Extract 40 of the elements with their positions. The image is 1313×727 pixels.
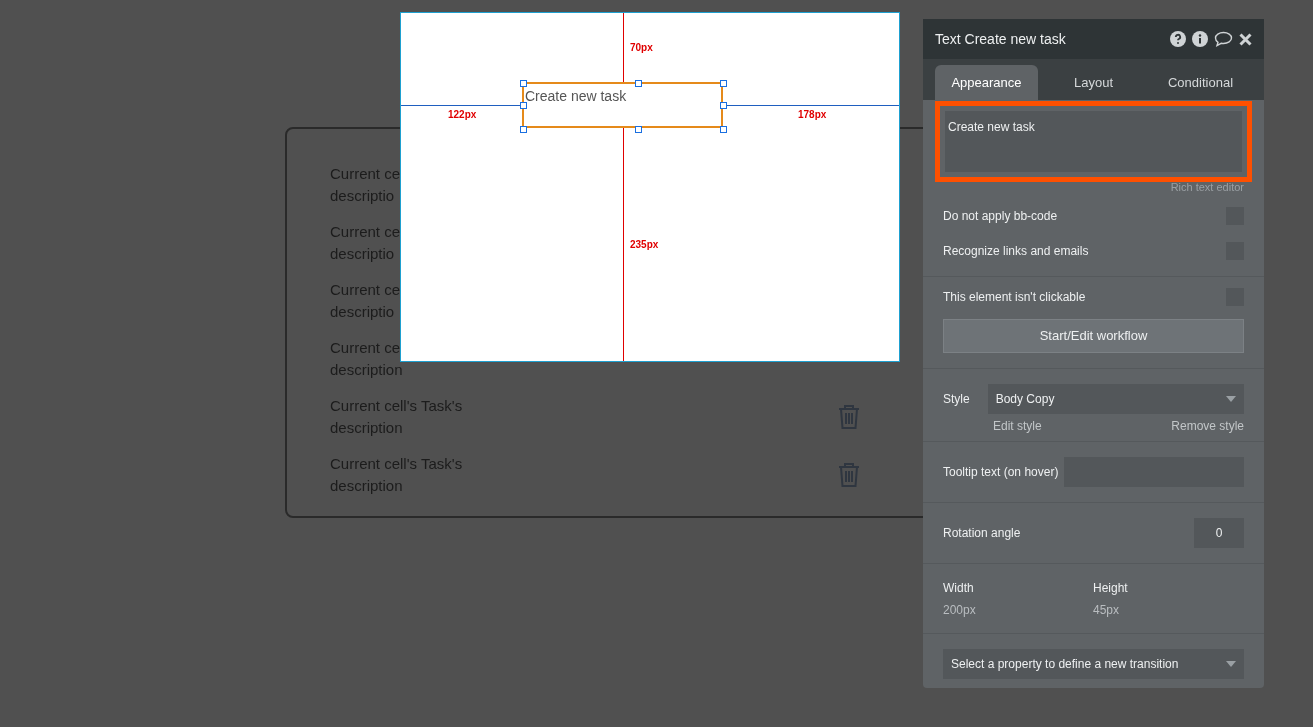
resize-handle[interactable] [720,126,727,133]
distance-label: 122px [448,108,477,122]
comment-icon[interactable] [1214,31,1233,47]
resize-handle[interactable] [520,80,527,87]
dimension-value: 45px [1093,601,1121,619]
resize-handle[interactable] [635,126,642,133]
caret-icon [1226,661,1236,667]
remove-style-link[interactable]: Remove style [1171,417,1244,435]
style-label: Style [943,391,970,408]
resize-handle[interactable] [720,102,727,109]
info-icon[interactable] [1192,31,1208,47]
tooltip-label: Tooltip text (on hover) [943,464,1059,481]
option-label: Do not apply bb-code [943,207,1058,225]
caret-icon [1226,396,1236,402]
selected-text-element[interactable]: Create new task [522,82,723,128]
style-dropdown[interactable]: Body Copy [987,384,1244,414]
transition-dropdown[interactable]: Select a property to define a new transition [943,649,1244,679]
panel-tab[interactable]: Conditional [1149,65,1252,100]
rotation-label: Rotation angle [943,525,1021,542]
help-icon[interactable] [1170,31,1186,47]
resize-handle[interactable] [720,80,727,87]
option-label: This element isn't clickable [943,289,1086,306]
dimension-label: Height [1093,579,1129,597]
panel-tab[interactable]: Layout [1042,65,1145,100]
distance-label: 70px [630,41,653,55]
option-label: Recognize links and emails [943,242,1089,260]
panel-tab[interactable]: Appearance [935,65,1038,100]
distance-label: 178px [798,108,827,122]
text-content-field[interactable]: Create new task [935,101,1252,182]
panel-title: Text Create new task [935,29,1067,49]
resize-handle[interactable] [520,126,527,133]
dimension-value: 200px [943,601,977,619]
close-icon[interactable] [1239,32,1252,46]
resize-handle[interactable] [520,102,527,109]
rotation-field[interactable]: 0 [1194,518,1244,548]
distance-label: 235px [630,238,659,252]
resize-handle[interactable] [635,80,642,87]
edit-style-link[interactable]: Edit style [993,417,1042,435]
workflow-button[interactable]: Start/Edit workflow [943,319,1244,353]
dimension-label: Width [943,579,975,597]
